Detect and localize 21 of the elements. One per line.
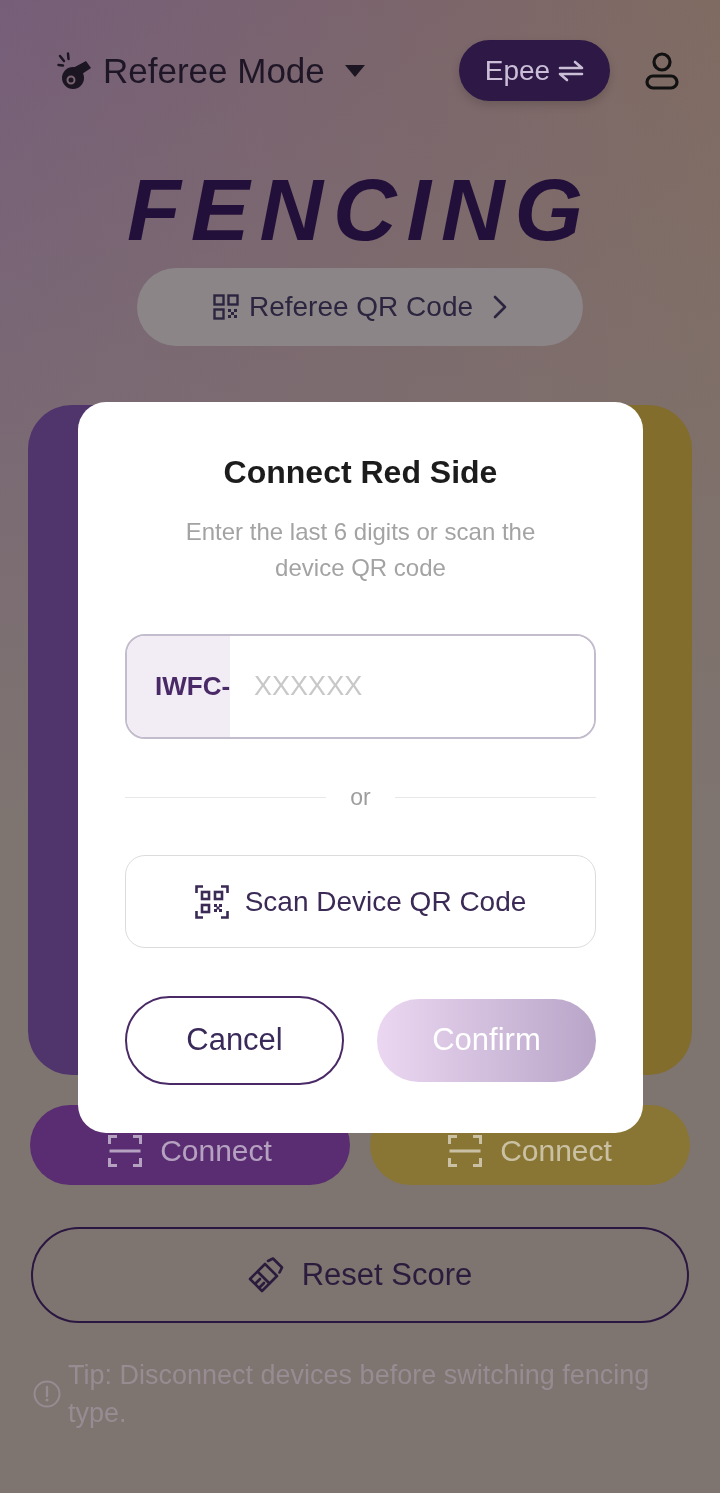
- scan-frame-icon: [448, 1135, 483, 1167]
- qr-code-icon: [212, 294, 239, 320]
- scan-device-qr-button[interactable]: Scan Device QR Code: [125, 855, 596, 948]
- dialog-title: Connect Red Side: [223, 453, 498, 492]
- scan-frame-icon: [108, 1135, 143, 1167]
- mode-selector[interactable]: Referee Mode: [57, 48, 365, 93]
- code-prefix-label: IWFC-: [127, 636, 231, 737]
- referee-qr-code-button[interactable]: Referee QR Code: [137, 268, 583, 346]
- fencing-logo: FENCING: [127, 178, 593, 242]
- cancel-button[interactable]: Cancel: [125, 996, 344, 1085]
- whistle-icon: [57, 51, 93, 90]
- chevron-right-icon: [493, 295, 508, 319]
- weapon-toggle-button[interactable]: Epee: [459, 40, 610, 101]
- user-icon[interactable]: [644, 51, 680, 90]
- reset-score-button[interactable]: Reset Score: [31, 1227, 689, 1323]
- qr-scan-icon: [194, 884, 229, 919]
- caret-down-icon: [344, 64, 365, 77]
- dialog-subtitle: Enter the last 6 digits or scan the device QR code: [184, 517, 537, 583]
- or-divider-label: or: [349, 783, 372, 812]
- broom-icon: [247, 1257, 284, 1293]
- info-icon: [33, 1380, 61, 1408]
